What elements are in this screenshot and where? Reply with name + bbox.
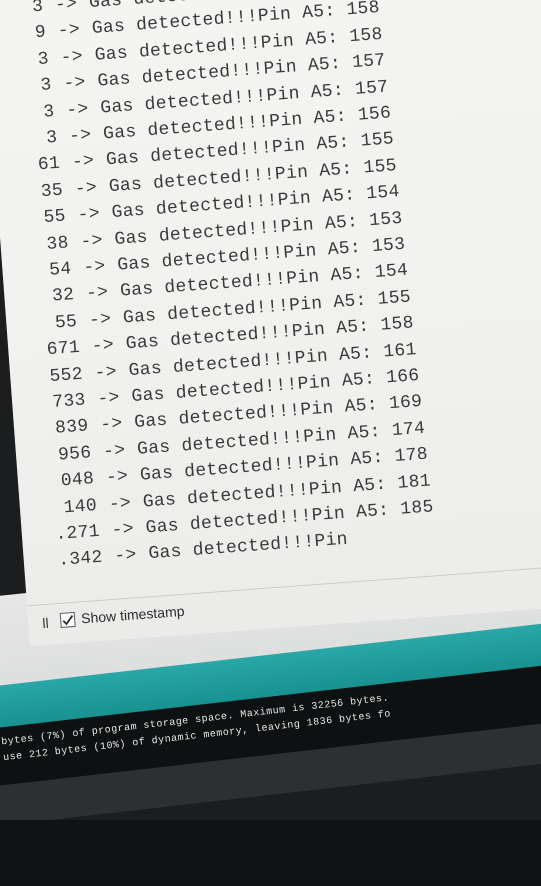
log-timestamp: 956 [57,443,93,466]
autoscroll-label-fragment: ll [41,614,50,632]
log-timestamp: 3 [45,127,59,149]
log-arrow: -> [79,230,104,253]
log-timestamp: 35 [40,180,64,202]
log-timestamp: 671 [46,337,81,361]
log-arrow: -> [93,361,118,384]
log-arrow: -> [74,177,98,200]
log-arrow: -> [68,125,93,147]
log-arrow: -> [76,204,101,226]
log-timestamp: .342 [57,548,104,572]
show-timestamp-checkbox[interactable] [59,611,76,628]
log-timestamp: 3 [37,49,50,70]
log-timestamp: 61 [37,154,61,176]
log-timestamp: 3 [39,75,53,97]
log-timestamp: 140 [63,495,98,518]
log-arrow: -> [102,440,127,463]
log-arrow: -> [108,493,132,515]
log-timestamp: 3 [42,101,56,123]
log-arrow: -> [57,20,81,42]
log-arrow: -> [96,388,121,410]
log-timestamp: 552 [48,364,84,387]
log-timestamp: 839 [54,416,90,440]
screen-bezel [0,820,541,886]
log-arrow: -> [99,414,124,436]
log-arrow: -> [113,545,138,568]
serial-monitor-window: 3->Gas detected!!!Pin A5: 1609->Gas dete… [0,0,541,647]
log-arrow: -> [65,99,90,121]
log-timestamp: 3 [31,0,44,18]
log-timestamp: 733 [51,390,87,413]
show-timestamp-label[interactable]: Show timestamp [81,603,185,627]
log-timestamp: 9 [34,22,47,44]
log-timestamp: 32 [51,285,76,308]
log-arrow: -> [60,46,84,69]
screen-photo: 3->Gas detected!!!Pin A5: 1609->Gas dete… [0,0,541,886]
log-arrow: -> [85,282,110,305]
log-arrow: -> [54,0,78,16]
log-timestamp: 38 [45,232,70,255]
log-arrow: -> [105,466,129,489]
log-arrow: -> [62,72,87,95]
log-timestamp: .271 [54,521,101,546]
log-arrow: -> [91,335,115,358]
log-arrow: -> [82,256,107,279]
log-timestamp: 55 [42,206,67,229]
log-timestamp: 048 [60,469,95,492]
log-arrow: -> [71,151,95,174]
log-timestamp: 55 [54,311,78,334]
log-arrow: -> [88,309,112,331]
checkmark-icon [62,615,74,626]
log-timestamp: 54 [48,259,73,281]
log-arrow: -> [110,519,135,541]
